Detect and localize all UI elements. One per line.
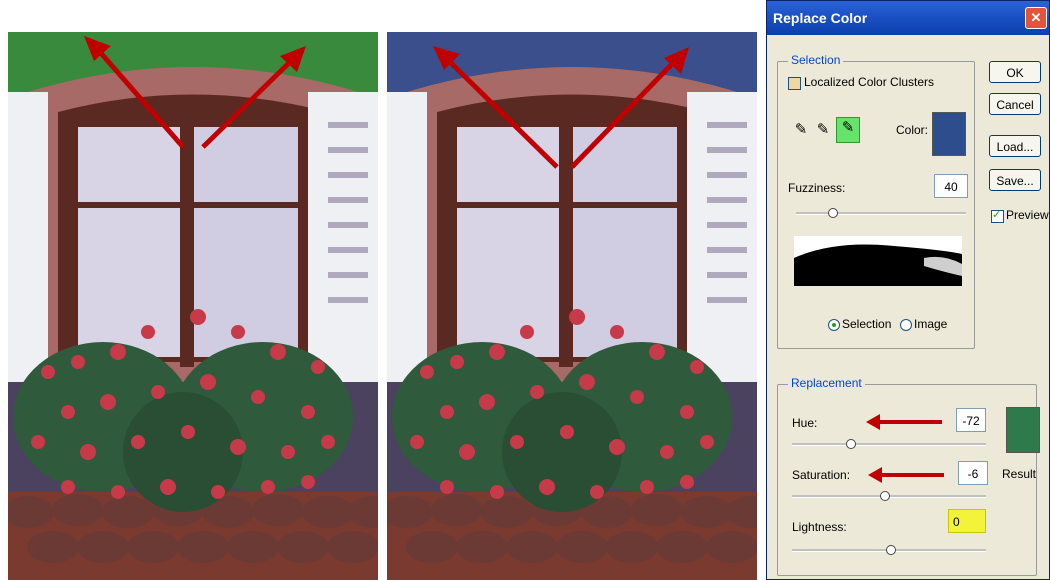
replacement-legend: Replacement [788,376,865,390]
eyedropper-minus-icon[interactable]: ✎ [836,117,860,143]
dialog-titlebar[interactable]: Replace Color ✕ [767,1,1049,35]
saturation-label: Saturation: [792,468,851,482]
fuzziness-input[interactable]: 40 [934,174,968,198]
hue-label: Hue: [792,416,818,430]
view-image-label: Image [914,317,948,331]
preview-checkbox[interactable] [991,208,1004,223]
lightness-slider-thumb[interactable] [886,545,896,555]
hue-arrow [866,414,942,430]
ok-button[interactable]: OK [989,61,1041,83]
preview-label: Preview [1006,208,1049,222]
eyedropper-icon[interactable]: ✎ [792,120,810,140]
fuzziness-label: Fuzziness: [788,181,846,195]
localized-clusters-label: Localized Color Clusters [804,75,935,89]
window-photo-before [8,32,378,580]
close-icon[interactable]: ✕ [1025,7,1047,29]
view-selection-radio[interactable] [828,319,840,331]
selection-preview-mask [794,236,962,286]
window-photo-after [387,32,757,580]
photo-before [8,32,378,580]
hue-slider-track[interactable] [792,443,986,446]
selection-group: Selection Localized Color Clusters ✎ ✎ ✎… [777,53,975,349]
photo-after [387,32,757,580]
replace-color-dialog: Replace Color ✕ OK Cancel Load... Save..… [766,0,1050,580]
view-selection-label: Selection [842,317,892,331]
fuzziness-slider-thumb[interactable] [828,208,838,218]
lightness-input[interactable]: 0 [948,509,986,533]
hue-slider-thumb[interactable] [846,439,856,449]
save-button[interactable]: Save... [989,169,1041,191]
saturation-arrow [868,467,944,483]
cancel-button[interactable]: Cancel [989,93,1041,115]
selection-legend: Selection [788,53,844,67]
lightness-label: Lightness: [792,520,847,534]
result-label: Result [1002,467,1037,481]
eyedropper-plus-icon[interactable]: ✎ [814,120,832,140]
localized-clusters-checkbox[interactable] [788,77,801,90]
view-image-radio[interactable] [900,319,912,331]
fuzziness-slider-track[interactable] [796,212,966,215]
saturation-input[interactable]: -6 [958,461,988,485]
color-label: Color: [896,123,929,137]
saturation-slider-thumb[interactable] [880,491,890,501]
result-color-swatch[interactable] [1006,407,1040,453]
selection-color-swatch[interactable] [932,112,966,156]
dialog-title: Replace Color [773,10,868,26]
hue-input[interactable]: -72 [956,408,986,432]
replacement-group: Replacement Hue: -72 Saturation: -6 Ligh… [777,376,1040,576]
load-button[interactable]: Load... [989,135,1041,157]
